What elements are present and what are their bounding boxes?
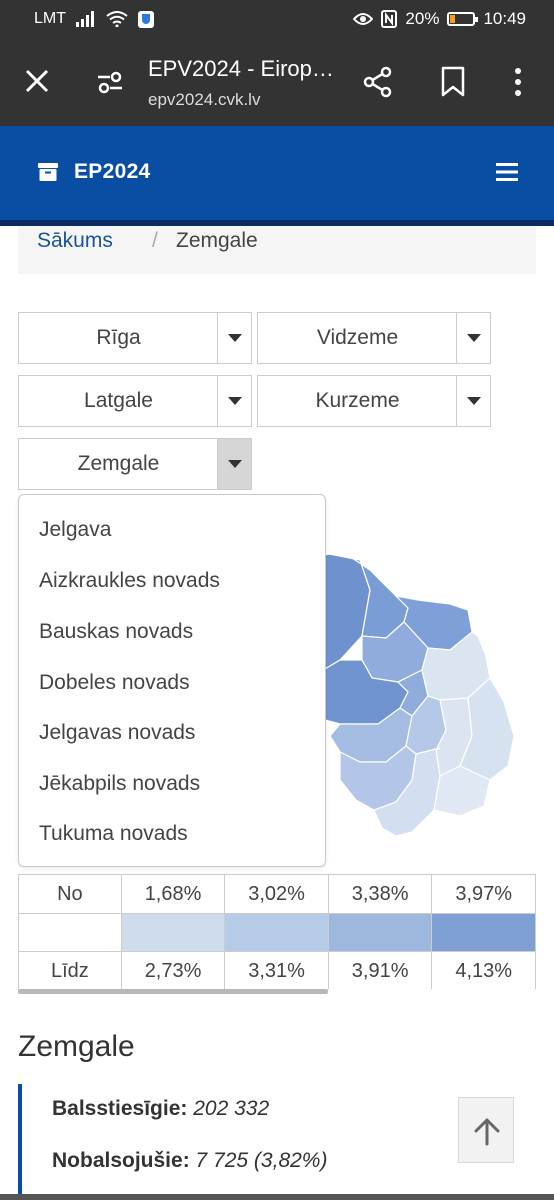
legend-to-label: Līdz (18, 951, 122, 991)
site-brand[interactable]: EP2024 (74, 160, 151, 184)
legend-from-value: 3,02% (224, 874, 329, 914)
arrow-up-icon (474, 1118, 500, 1146)
legend-to-value: 3,31% (224, 951, 329, 991)
legend-swatch (224, 913, 329, 952)
site-settings-icon[interactable] (96, 68, 124, 96)
nfc-icon (381, 10, 398, 28)
scroll-to-top-button[interactable] (458, 1097, 514, 1163)
legend-from-value: 1,68% (120, 874, 226, 914)
stat-voted: Nobalsojušie: 7 725 (3,82%) (52, 1149, 327, 1173)
region-select-label: Zemgale (77, 452, 160, 475)
signal-icon (76, 11, 94, 27)
carrier-label: LMT (34, 10, 66, 27)
page-title: EPV2024 - Eirop… (148, 56, 334, 81)
region-select-label: Vidzeme (316, 326, 399, 349)
battery-icon (447, 12, 479, 26)
region-select-vidzeme[interactable]: Vidzeme (257, 312, 491, 364)
stat-voted-label: Nobalsojušie: (52, 1149, 190, 1172)
site-header: EP2024 (0, 126, 554, 220)
region-select-riga[interactable]: Rīga (18, 312, 252, 364)
dropdown-option[interactable]: Dobeles novads (39, 671, 190, 695)
stat-eligible-value: 202 332 (193, 1097, 270, 1120)
legend-to-value: 2,73% (120, 951, 226, 991)
battery-percent: 20% (405, 9, 440, 28)
chevron-down-icon[interactable] (456, 313, 490, 363)
legend-swatch (431, 913, 536, 952)
breadcrumb: Sākums / Zemgale (18, 226, 536, 274)
legend-to-value: 3,91% (327, 951, 433, 991)
breadcrumb-current: Zemgale (176, 229, 258, 252)
region-select-kurzeme[interactable]: Kurzeme (257, 375, 491, 427)
legend-from-value: 3,38% (327, 874, 433, 914)
legend-scrollbar-thumb[interactable] (18, 989, 328, 994)
chevron-down-icon[interactable] (456, 376, 490, 426)
stat-eligible-label: Balsstiesīgie: (52, 1097, 188, 1120)
breadcrumb-home-link[interactable]: Sākums (37, 229, 113, 253)
hamburger-menu-icon[interactable] (496, 162, 518, 182)
wifi-icon (106, 11, 128, 27)
region-select-latgale[interactable]: Latgale (18, 375, 252, 427)
region-select-label: Rīga (96, 326, 141, 349)
shield-icon (138, 10, 154, 28)
region-stats: Balsstiesīgie: 202 332 Nobalsojušie: 7 7… (18, 1084, 438, 1200)
stat-voted-value: 7 725 (3,82%) (195, 1149, 328, 1172)
dropdown-option[interactable]: Jēkabpils novads (39, 772, 200, 796)
legend-to-value: 4,13% (431, 951, 536, 991)
browser-toolbar: EPV2024 - Eirop… epv2024.cvk.lv (0, 38, 554, 126)
bottom-edge (0, 1194, 554, 1200)
dropdown-option[interactable]: Jelgavas novads (39, 721, 195, 745)
legend-from-label: No (18, 874, 122, 914)
region-select-label: Kurzeme (315, 389, 400, 412)
municipality-dropdown[interactable]: Jelgava Aizkraukles novads Bauskas novad… (18, 494, 326, 867)
legend-swatch (327, 913, 433, 952)
clock: 10:49 (483, 9, 526, 28)
region-select-zemgale[interactable]: Zemgale (18, 438, 252, 490)
close-icon[interactable] (22, 66, 52, 96)
status-bar: LMT 20% 10:49 (0, 0, 554, 38)
map-legend: No 1,68% 3,02% 3,38% 3,97% Līdz 2,73% 3,… (18, 874, 536, 994)
legend-swatch-label (18, 913, 122, 952)
dropdown-option[interactable]: Bauskas novads (39, 620, 193, 644)
region-map (300, 553, 515, 837)
archive-icon (38, 163, 58, 181)
dropdown-option[interactable]: Jelgava (39, 518, 111, 542)
legend-from-value: 3,97% (431, 874, 536, 914)
chevron-down-icon[interactable] (217, 376, 251, 426)
dropdown-option[interactable]: Tukuma novads (39, 822, 188, 846)
legend-swatch (120, 913, 226, 952)
eye-icon (353, 13, 374, 25)
dropdown-option[interactable]: Aizkraukles novads (39, 569, 220, 593)
stat-eligible: Balsstiesīgie: 202 332 (52, 1097, 269, 1121)
breadcrumb-separator: / (152, 229, 158, 252)
chevron-down-icon[interactable] (217, 439, 251, 489)
bookmark-icon[interactable] (440, 66, 466, 98)
page-url[interactable]: epv2024.cvk.lv (148, 90, 260, 110)
chevron-down-icon[interactable] (217, 313, 251, 363)
region-heading: Zemgale (18, 1030, 135, 1063)
region-select-label: Latgale (84, 389, 153, 412)
more-options-icon[interactable] (508, 66, 528, 98)
share-icon[interactable] (362, 66, 394, 98)
